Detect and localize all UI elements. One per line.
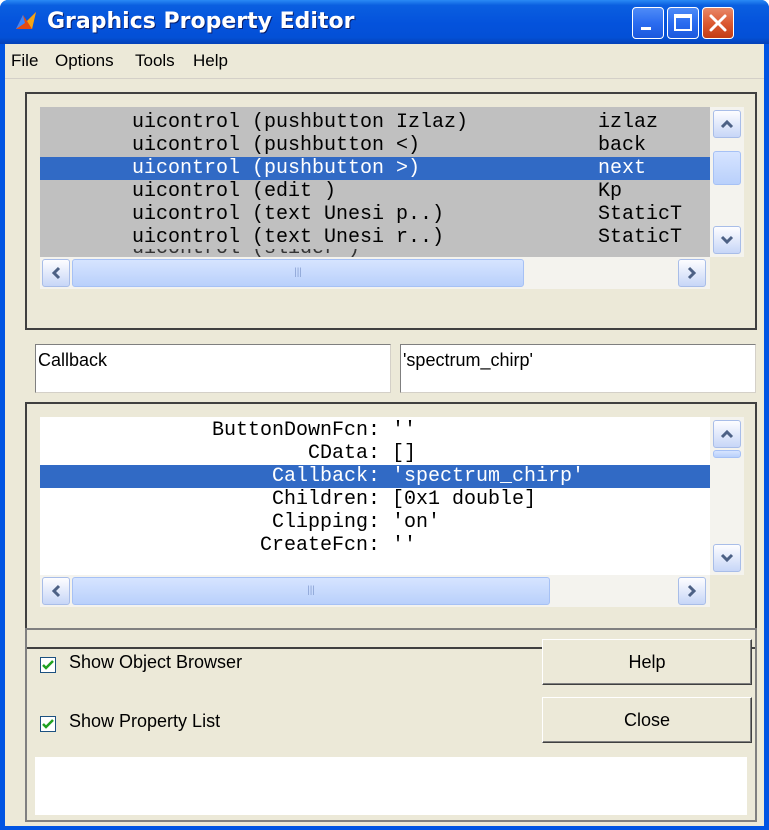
list-item-partial: uicontrol (slider )	[40, 249, 710, 257]
object-description: uicontrol (text Unesi p..)	[132, 203, 445, 226]
show-object-browser-checkbox[interactable]	[40, 657, 56, 673]
scroll-left-button[interactable]	[42, 259, 70, 287]
list-item-selected[interactable]: Callback: 'spectrum_chirp'	[40, 465, 710, 488]
chevron-left-icon	[51, 266, 61, 280]
list-item[interactable]: uicontrol (edit ) Kp	[40, 180, 710, 203]
object-tag: next	[598, 157, 647, 180]
scroll-thumb[interactable]: |||	[72, 577, 550, 605]
property-name: Children:	[271, 488, 380, 511]
show-object-browser-label[interactable]: Show Object Browser	[69, 652, 242, 673]
property-list-vscrollbar[interactable]	[710, 417, 744, 575]
object-tag: Kp	[598, 180, 623, 203]
close-icon	[709, 14, 727, 32]
chevron-right-icon	[687, 266, 697, 280]
list-item[interactable]: Clipping: 'on'	[40, 511, 710, 534]
property-value: ''	[392, 534, 417, 557]
chevron-right-icon	[687, 584, 697, 598]
property-name: CData:	[307, 442, 380, 465]
object-tag: izlaz	[598, 111, 659, 134]
object-tag: back	[598, 134, 647, 157]
menu-options[interactable]: Options	[55, 44, 114, 78]
scroll-corner	[710, 575, 744, 607]
property-value-field[interactable]: 'spectrum_chirp'	[400, 344, 756, 393]
list-item[interactable]: Children: [0x1 double]	[40, 488, 710, 511]
checkmark-icon	[42, 719, 54, 729]
menu-help[interactable]: Help	[193, 44, 228, 78]
scroll-right-button[interactable]	[678, 577, 706, 605]
close-button[interactable]: Close	[542, 697, 752, 743]
chevron-down-icon	[720, 553, 734, 563]
maximize-button[interactable]	[667, 7, 699, 39]
list-item-selected[interactable]: uicontrol (pushbutton >) next	[40, 157, 710, 180]
list-item[interactable]: CreateFcn: ''	[40, 534, 710, 557]
scroll-thumb[interactable]	[713, 151, 741, 185]
property-list[interactable]: ButtonDownFcn: '' CData: [] Callback: 's…	[40, 417, 710, 575]
show-property-list-checkbox[interactable]	[40, 716, 56, 732]
list-item[interactable]: uicontrol (text Unesi r..) StaticT	[40, 226, 710, 249]
status-area	[35, 757, 747, 815]
minimize-button[interactable]	[632, 7, 664, 39]
chevron-up-icon	[720, 429, 734, 439]
list-item[interactable]: uicontrol (text Unesi p..) StaticT	[40, 203, 710, 226]
list-item[interactable]: ButtonDownFcn: ''	[40, 419, 710, 442]
list-item[interactable]: CData: []	[40, 442, 710, 465]
object-description: uicontrol (edit )	[132, 180, 337, 203]
property-name: Callback:	[271, 465, 380, 488]
show-property-list-label[interactable]: Show Property List	[69, 711, 220, 732]
menu-bar: File Options Tools Help	[5, 44, 764, 79]
chevron-down-icon	[720, 235, 734, 245]
scroll-down-button[interactable]	[713, 544, 741, 572]
object-description: uicontrol (pushbutton >)	[132, 157, 421, 180]
chevron-left-icon	[51, 584, 61, 598]
property-list-hscrollbar[interactable]: |||	[40, 575, 710, 607]
property-name: CreateFcn:	[259, 534, 380, 557]
chevron-up-icon	[720, 119, 734, 129]
object-description: uicontrol (text Unesi r..)	[132, 226, 445, 249]
maximize-icon	[674, 14, 692, 31]
menu-tools[interactable]: Tools	[135, 44, 175, 78]
property-name: ButtonDownFcn:	[211, 419, 380, 442]
property-list-panel: ButtonDownFcn: '' CData: [] Callback: 's…	[25, 402, 757, 649]
checkmark-icon	[42, 660, 54, 670]
scroll-down-button[interactable]	[713, 226, 741, 254]
object-description: uicontrol (pushbutton Izlaz)	[132, 111, 469, 134]
list-item[interactable]: uicontrol (pushbutton <) back	[40, 134, 710, 157]
help-button[interactable]: Help	[542, 639, 752, 685]
scroll-left-button[interactable]	[42, 577, 70, 605]
property-name: Clipping:	[271, 511, 380, 534]
menu-file[interactable]: File	[11, 44, 38, 78]
application-window: Graphics Property Editor File Options To…	[0, 0, 769, 830]
property-value: []	[392, 442, 417, 465]
property-value: 'spectrum_chirp'	[392, 465, 585, 488]
client-area: File Options Tools Help uicontrol (pushb…	[5, 44, 764, 826]
scroll-thumb[interactable]: |||	[72, 259, 524, 287]
scroll-up-button[interactable]	[713, 420, 741, 448]
window-title: Graphics Property Editor	[47, 9, 355, 34]
minimize-icon	[641, 27, 651, 30]
object-browser-panel: uicontrol (pushbutton Izlaz) izlaz uicon…	[25, 92, 757, 330]
object-description: uicontrol (pushbutton <)	[132, 134, 421, 157]
list-item[interactable]: uicontrol (pushbutton Izlaz) izlaz	[40, 111, 710, 134]
property-value: ''	[392, 419, 417, 442]
object-browser-hscrollbar[interactable]: |||	[40, 257, 710, 289]
title-bar[interactable]: Graphics Property Editor	[0, 0, 769, 44]
scroll-right-button[interactable]	[678, 259, 706, 287]
close-window-button[interactable]	[702, 7, 734, 39]
matlab-logo-icon	[16, 12, 36, 29]
object-tag: StaticT	[598, 226, 683, 249]
property-value: [0x1 double]	[392, 488, 537, 511]
object-tag: StaticT	[598, 203, 683, 226]
object-browser-list[interactable]: uicontrol (pushbutton Izlaz) izlaz uicon…	[40, 107, 710, 257]
object-browser-vscrollbar[interactable]	[710, 107, 744, 257]
scroll-corner	[710, 257, 744, 289]
scroll-thumb[interactable]	[713, 450, 741, 458]
property-name-field[interactable]: Callback	[35, 344, 391, 393]
options-panel: Show Object Browser Show Property List H…	[25, 628, 757, 822]
scroll-up-button[interactable]	[713, 110, 741, 138]
property-value: 'on'	[392, 511, 441, 534]
